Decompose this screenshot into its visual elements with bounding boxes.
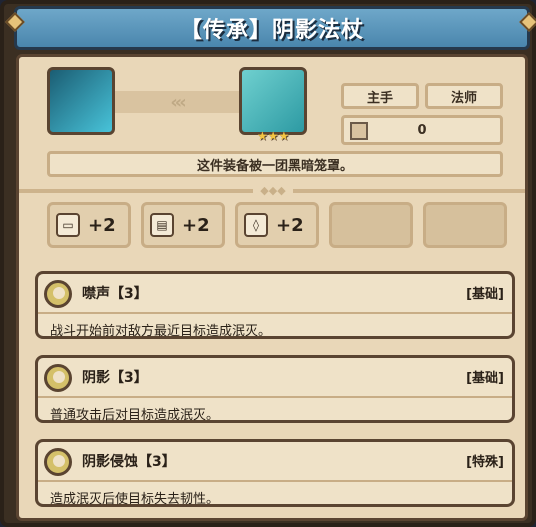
stat-row: ▭ +2 ▤ +2 ◊ +2 <box>47 202 507 248</box>
skill-name: 噤声【3】 <box>82 286 148 302</box>
title-bar: 【传承】阴影法杖 <box>5 6 536 50</box>
item-description: 这件装备被一团黑暗笼罩。 <box>47 151 503 177</box>
skill-separator <box>38 312 512 314</box>
class-chip: 法师 <box>425 83 503 109</box>
skill-separator <box>38 396 512 398</box>
skill-tag: [基础] <box>466 287 504 302</box>
staff-icon[interactable] <box>239 67 307 135</box>
skill-name: 阴影侵蚀【3】 <box>82 454 176 470</box>
skill-separator <box>38 480 512 482</box>
feather-icon: ◊ <box>244 213 268 237</box>
hero-portrait[interactable] <box>47 67 115 135</box>
stat-slot-3[interactable]: ◊ +2 <box>235 202 319 248</box>
moon-icon <box>44 280 72 308</box>
stat-slot-empty-2[interactable] <box>423 202 507 248</box>
skill-card-1[interactable]: 噤声【3】 [基础] 战斗开始前对敌方最近目标造成泯灭。 <box>35 271 515 339</box>
skill-tag: [特殊] <box>466 455 504 470</box>
section-divider: ◆◆◆ <box>19 184 525 198</box>
stat-value: +2 <box>182 215 210 236</box>
skill-name: 阴影【3】 <box>82 370 148 386</box>
scroll-icon: ▤ <box>150 213 174 237</box>
stat-slot-empty-1[interactable] <box>329 202 413 248</box>
star-rating: ★★★ <box>257 129 290 143</box>
skill-description: 战斗开始前对敌方最近目标造成泯灭。 <box>50 324 272 339</box>
skill-description: 造成泯灭后使目标失去韧性。 <box>50 492 220 507</box>
stat-slot-2[interactable]: ▤ +2 <box>141 202 225 248</box>
book-icon: ▭ <box>56 213 80 237</box>
skill-description: 普通攻击后对目标造成泯灭。 <box>50 408 220 423</box>
item-title: 【传承】阴影法杖 <box>179 18 364 43</box>
moon-icon <box>44 448 72 476</box>
skill-card-2[interactable]: 阴影【3】 [基础] 普通攻击后对目标造成泯灭。 <box>35 355 515 423</box>
item-value: 0 <box>417 123 427 138</box>
divider-ornament: ◆◆◆ <box>253 184 293 198</box>
corner-ornament-right <box>519 12 536 32</box>
stat-value: +2 <box>88 215 116 236</box>
skill-card-3[interactable]: 阴影侵蚀【3】 [特殊] 造成泯灭后使目标失去韧性。 <box>35 439 515 507</box>
stat-value: +2 <box>276 215 304 236</box>
stat-slot-1[interactable]: ▭ +2 <box>47 202 131 248</box>
moon-icon <box>44 364 72 392</box>
skill-tag: [基础] <box>466 371 504 386</box>
slot-chip: 主手 <box>341 83 419 109</box>
item-detail-panel: 【传承】阴影法杖 ‹‹‹ ★★★ 主手 法师 0 这件装备被一团黑暗笼罩。 ◆◆… <box>0 0 536 527</box>
value-box: 0 <box>341 115 503 145</box>
corner-ornament-left <box>5 12 25 32</box>
item-body: ‹‹‹ ★★★ 主手 法师 0 这件装备被一团黑暗笼罩。 ◆◆◆ ▭ +2 ▤ … <box>16 54 528 521</box>
arrow-band: ‹‹‹ <box>115 91 239 113</box>
